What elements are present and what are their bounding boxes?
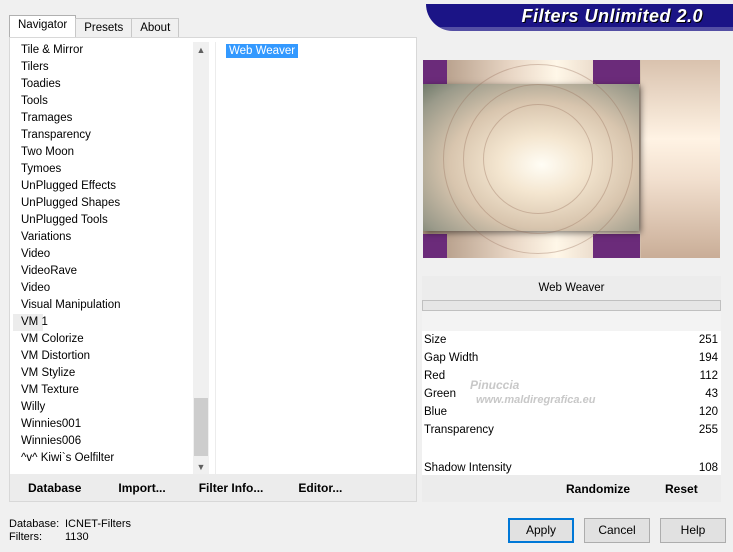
- apply-button[interactable]: Apply: [508, 518, 574, 543]
- database-button[interactable]: Database: [28, 481, 81, 495]
- editor-button[interactable]: Editor...: [298, 481, 342, 495]
- category-item[interactable]: Tymoes: [13, 161, 193, 178]
- category-item[interactable]: UnPlugged Tools: [13, 212, 193, 229]
- preview-corner: [593, 60, 640, 84]
- database-label: Database:: [9, 518, 60, 530]
- category-item[interactable]: Toadies: [13, 76, 193, 93]
- preview-background-right: [641, 60, 720, 258]
- settings-title: Web Weaver: [422, 276, 721, 300]
- category-item[interactable]: UnPlugged Effects: [13, 178, 193, 195]
- param-value: 251: [698, 334, 718, 346]
- filters-count: 1130: [65, 531, 89, 543]
- tab-strip: Navigator Presets About: [9, 15, 180, 37]
- category-item[interactable]: VideoRave: [13, 263, 193, 280]
- status-area: Database: ICNET-Filters Filters: 1130: [9, 518, 131, 544]
- banner-title: Filters Unlimited 2.0: [521, 6, 703, 26]
- param-label: Size: [424, 334, 447, 346]
- preview-corner: [423, 60, 447, 84]
- category-list[interactable]: Tile & Mirror Tilers Toadies Tools Tramages T…: [13, 42, 193, 474]
- param-label: Red: [424, 370, 446, 382]
- category-item[interactable]: Winnies001: [13, 416, 193, 433]
- param-row-blue[interactable]: Blue 120: [422, 403, 721, 421]
- category-item[interactable]: VM Texture: [13, 382, 193, 399]
- category-item[interactable]: VM 1: [13, 314, 48, 331]
- category-item[interactable]: Video: [13, 246, 193, 263]
- param-row-size[interactable]: Size 251: [422, 331, 721, 349]
- param-row-gap-width[interactable]: Gap Width 194: [422, 349, 721, 367]
- category-item[interactable]: VM Stylize: [13, 365, 193, 382]
- param-value: 194: [698, 352, 718, 364]
- help-button[interactable]: Help: [660, 518, 726, 543]
- category-item[interactable]: Two Moon: [13, 144, 193, 161]
- param-label: Blue: [424, 406, 448, 418]
- category-scrollbar[interactable]: ▲ ▼: [193, 42, 209, 476]
- category-item[interactable]: ^v^ Kiwi`s Oelfilter: [13, 450, 193, 467]
- param-label: Gap Width: [424, 352, 479, 364]
- category-item[interactable]: VM Colorize: [13, 331, 193, 348]
- filter-preview: [423, 60, 720, 258]
- param-row-red[interactable]: Red 112: [422, 367, 721, 385]
- filter-list[interactable]: Web Weaver: [215, 42, 413, 474]
- import-button[interactable]: Import...: [118, 481, 165, 495]
- category-item[interactable]: Video: [13, 280, 193, 297]
- param-row-green[interactable]: Green 43: [422, 385, 721, 403]
- param-value: 255: [698, 424, 718, 436]
- tab-about[interactable]: About: [131, 18, 180, 37]
- param-value: 43: [705, 388, 718, 400]
- filters-label: Filters:: [9, 531, 42, 543]
- preview-tile: [423, 64, 639, 254]
- navigator-button-bar: Database Import... Filter Info... Editor…: [10, 474, 416, 501]
- param-value: 120: [698, 406, 718, 418]
- tab-navigator[interactable]: Navigator: [9, 15, 77, 37]
- category-item[interactable]: Tramages: [13, 110, 193, 127]
- randomize-button[interactable]: Randomize: [566, 482, 630, 496]
- scroll-thumb[interactable]: [194, 398, 208, 456]
- filter-item-web-weaver[interactable]: Web Weaver: [226, 44, 299, 58]
- preview-corner: [593, 234, 640, 258]
- param-label: Green: [424, 388, 456, 400]
- category-item[interactable]: Variations: [13, 229, 193, 246]
- param-row-transparency[interactable]: Transparency 255: [422, 421, 721, 439]
- preview-corner: [423, 234, 447, 258]
- settings-button-bar: Randomize Reset: [422, 475, 721, 502]
- database-value: ICNET-Filters: [65, 518, 131, 530]
- category-item[interactable]: Tile & Mirror: [13, 42, 193, 59]
- category-item[interactable]: Transparency: [13, 127, 193, 144]
- param-label: Transparency: [424, 424, 494, 436]
- reset-button[interactable]: Reset: [665, 482, 698, 496]
- settings-panel: Web Weaver Size 251 Gap Width 194 Red 112 Gree…: [422, 276, 721, 502]
- scroll-up-icon[interactable]: ▲: [193, 42, 209, 59]
- settings-progress-bar: [422, 300, 721, 311]
- category-item[interactable]: Winnies006: [13, 433, 193, 450]
- category-item[interactable]: Tilers: [13, 59, 193, 76]
- category-item[interactable]: VM Distortion: [13, 348, 193, 365]
- navigator-panel: Tile & Mirror Tilers Toadies Tools Tramages T…: [9, 37, 417, 502]
- category-item[interactable]: Visual Manipulation: [13, 297, 193, 314]
- filter-info-button[interactable]: Filter Info...: [199, 481, 264, 495]
- cancel-button[interactable]: Cancel: [584, 518, 650, 543]
- category-item[interactable]: Tools: [13, 93, 193, 110]
- product-banner: Filters Unlimited 2.0: [426, 4, 733, 31]
- tab-presets[interactable]: Presets: [75, 18, 133, 37]
- category-item[interactable]: UnPlugged Shapes: [13, 195, 193, 212]
- category-item[interactable]: Willy: [13, 399, 193, 416]
- param-value: 112: [699, 370, 718, 382]
